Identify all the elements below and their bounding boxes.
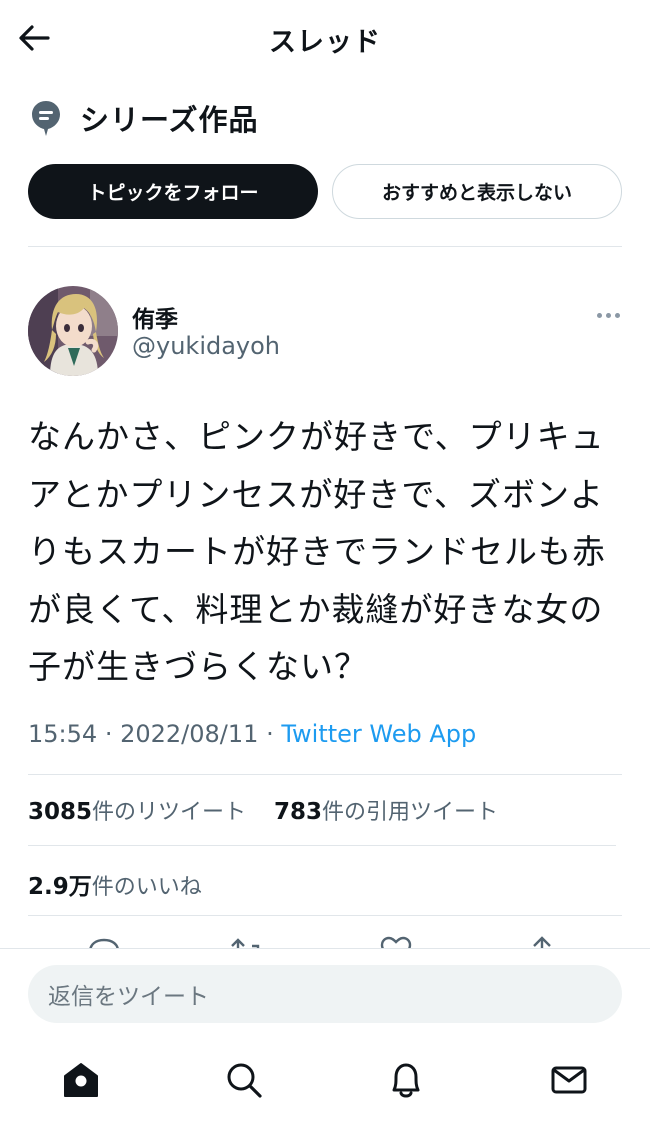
share-button[interactable] [522,934,562,948]
more-dots-icon [596,312,602,318]
follow-topic-button[interactable]: トピックをフォロー [28,164,318,219]
likes-stat[interactable]: 2.9万件のいいね [28,867,202,901]
meta-separator: · [104,720,113,748]
avatar[interactable] [28,286,118,376]
retweet-button[interactable] [228,934,268,948]
author-handle[interactable]: @yukidayoh [132,332,280,360]
page-title: スレッド [269,27,381,58]
tab-messages[interactable] [545,1056,593,1104]
topic-icon [28,98,64,138]
heart-icon [380,936,412,948]
tweet-source[interactable]: Twitter Web App [281,720,476,748]
tab-search[interactable] [220,1056,268,1104]
tweet-date[interactable]: 2022/08/11 [120,720,258,748]
bell-icon [392,1063,420,1098]
reply-button[interactable] [84,934,124,948]
tweet-meta: 15:54 · 2022/08/11 · Twitter Web App [28,720,476,748]
bottom-tab-bar [0,1048,650,1121]
quotes-count: 783 [274,799,323,825]
search-icon [227,1063,262,1098]
retweets-stat[interactable]: 3085件のリツイート [28,799,246,825]
divider [28,915,622,916]
meta-separator: · [266,720,274,748]
tab-home[interactable] [57,1056,105,1104]
reply-input[interactable]: 返信をツイート [28,965,622,1023]
tweet-action-bar [0,920,650,948]
engagement-stats: 3085件のリツイート 783件の引用ツイート [28,794,498,826]
tweet-time[interactable]: 15:54 [28,720,97,748]
quotes-stat[interactable]: 783件の引用ツイート [274,799,498,825]
reply-composer: 返信をツイート [0,948,650,1048]
tab-notifications[interactable] [382,1056,430,1104]
topic-title: シリーズ作品 [80,103,259,137]
divider [28,246,622,247]
top-header: スレッド [0,0,650,76]
more-options-button[interactable] [588,304,628,326]
not-interested-button[interactable]: おすすめと表示しない [332,164,622,219]
topic-header: シリーズ作品 [28,96,259,140]
home-icon [64,1063,98,1097]
like-button[interactable] [376,934,416,948]
reply-icon [89,938,119,948]
retweet-icon [231,938,260,948]
likes-count: 2.9万 [28,874,92,900]
share-icon [533,936,551,948]
divider [28,774,622,775]
divider [28,845,616,846]
retweets-count: 3085 [28,799,93,825]
tweet-text: なんかさ、ピンクが好きで、プリキュアとかプリンセスが好きで、ズボンよりもスカート… [28,417,606,686]
mail-icon [551,1066,587,1094]
author-display-name[interactable]: 侑季 [132,300,178,334]
